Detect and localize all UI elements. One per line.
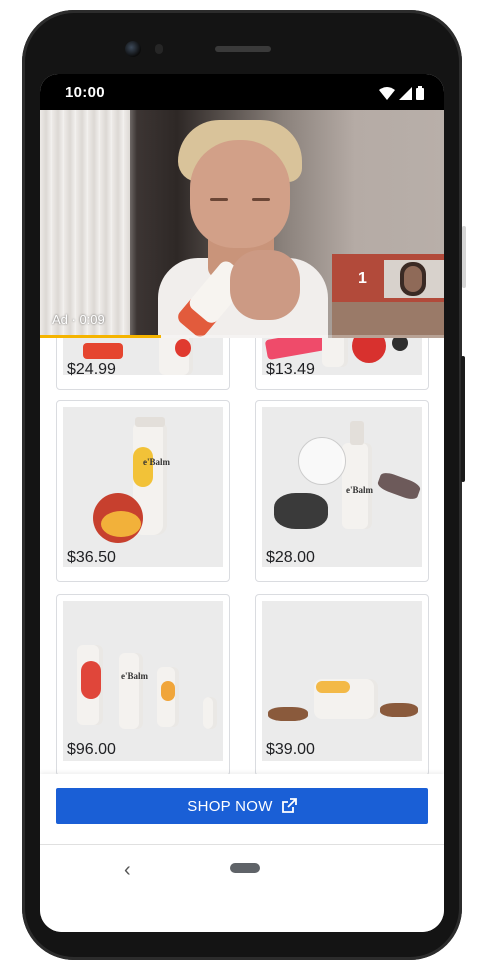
product-brand: e'Balm xyxy=(143,457,170,467)
power-button xyxy=(462,226,466,288)
product-price: $39.00 xyxy=(266,741,315,758)
ad-timer-label: Ad · 0:09 xyxy=(52,312,105,327)
product-mirror xyxy=(298,437,346,485)
phone-frame: 10:00 1 Ad · 0:09 $24.99 $13.49 e'Balm $… xyxy=(22,10,462,960)
product-brand: e'Balm xyxy=(121,671,148,681)
product-price: $96.00 xyxy=(67,741,116,758)
product-brand: e'Balm xyxy=(346,485,373,495)
product-tube-cap xyxy=(135,417,165,427)
video-person-eye xyxy=(210,198,228,201)
volume-button xyxy=(461,356,465,482)
product-almonds xyxy=(268,707,308,721)
product-image: e'Balm xyxy=(63,407,223,567)
product-image xyxy=(262,601,422,761)
screen: 10:00 1 Ad · 0:09 $24.99 $13.49 e'Balm $… xyxy=(40,74,444,932)
home-pill-icon[interactable] xyxy=(230,863,260,873)
product-lavender xyxy=(376,470,422,502)
video-person-eye xyxy=(252,198,270,201)
product-price: $13.49 xyxy=(266,361,315,378)
video-person-face xyxy=(190,140,290,248)
product-label-splash xyxy=(175,339,191,357)
product-image: e'Balm xyxy=(63,601,223,761)
product-dropper xyxy=(350,421,364,445)
product-price: $36.50 xyxy=(67,549,116,566)
status-time: 10:00 xyxy=(65,84,105,101)
video-ad-player[interactable]: 1 Ad · 0:09 xyxy=(40,110,444,338)
front-camera xyxy=(125,41,141,57)
speaker-grille xyxy=(215,46,271,52)
product-flower-dark xyxy=(392,338,408,351)
signal-icon xyxy=(399,86,412,100)
product-card[interactable]: e'Balm $96.00 xyxy=(56,594,230,774)
video-background-curtain xyxy=(40,110,130,338)
chevron-left-icon[interactable]: ‹ xyxy=(124,859,131,882)
product-tube xyxy=(119,653,143,729)
shop-now-button[interactable]: SHOP NOW xyxy=(56,788,428,824)
product-almonds xyxy=(380,703,418,717)
video-person-hand xyxy=(230,250,300,320)
up-next-count: 1 xyxy=(358,270,367,287)
product-card[interactable]: e'Balm $36.50 xyxy=(56,400,230,582)
product-label-splash xyxy=(133,447,153,487)
product-card[interactable]: $39.00 xyxy=(255,594,429,774)
product-label-splash xyxy=(161,681,175,701)
product-price: $24.99 xyxy=(67,361,116,378)
cta-panel: SHOP NOW xyxy=(40,774,444,844)
open-in-new-icon xyxy=(281,798,297,813)
product-price: $28.00 xyxy=(266,549,315,566)
product-jar xyxy=(322,338,348,367)
system-nav-bar: ‹ xyxy=(40,845,444,932)
product-prop xyxy=(83,343,123,359)
product-ribbon xyxy=(264,338,328,361)
product-fruit-half xyxy=(101,511,141,537)
thumbnail-person-face xyxy=(404,266,422,292)
shop-now-label: SHOP NOW xyxy=(187,797,273,815)
product-dried-flowers xyxy=(274,493,328,529)
status-icons xyxy=(379,86,424,100)
product-label-splash xyxy=(81,661,101,699)
product-vial xyxy=(203,697,217,729)
product-flower xyxy=(352,338,386,363)
product-card[interactable]: $13.49 xyxy=(255,338,429,390)
product-card[interactable]: $24.99 xyxy=(56,338,230,390)
battery-icon xyxy=(416,86,424,100)
wifi-icon xyxy=(379,86,395,100)
video-shelf xyxy=(332,302,444,338)
product-label-splash xyxy=(316,681,350,693)
product-card[interactable]: e'Balm $28.00 xyxy=(255,400,429,582)
up-next-thumbnail[interactable] xyxy=(384,260,444,298)
product-grid: $24.99 $13.49 e'Balm $36.50 e'Balm $28.0… xyxy=(40,338,444,774)
proximity-sensor xyxy=(155,44,163,54)
product-image: e'Balm xyxy=(262,407,422,567)
status-bar: 10:00 xyxy=(40,74,444,110)
